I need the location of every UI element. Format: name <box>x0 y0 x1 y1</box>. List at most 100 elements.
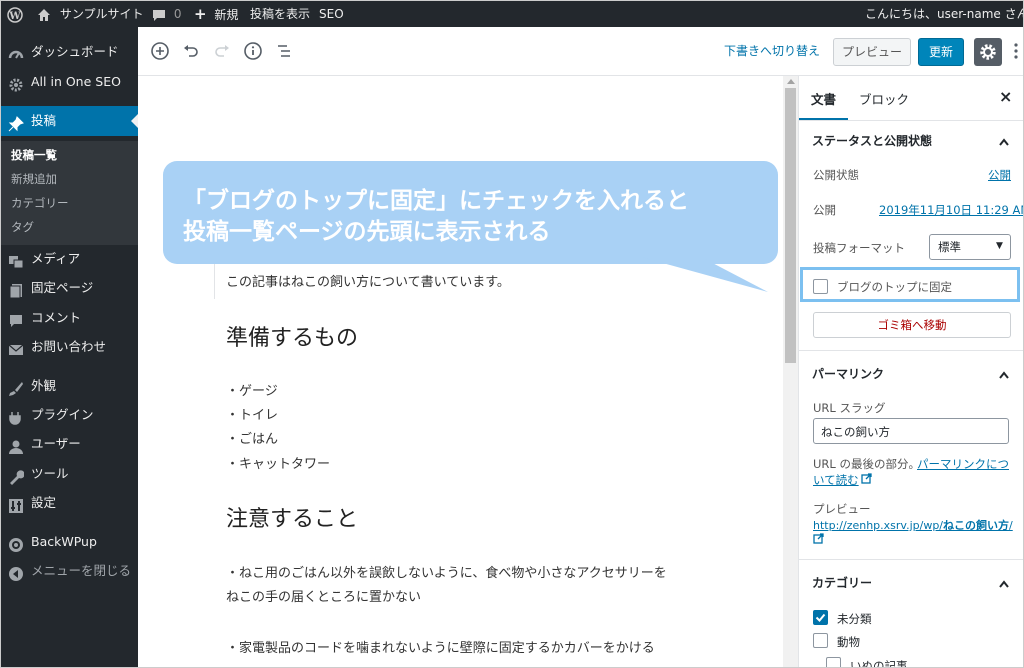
sidebar-item-pages[interactable]: 固定ページ <box>1 273 138 303</box>
sidebar-item-label: 投稿 <box>31 113 57 128</box>
editor-scrollbar[interactable] <box>783 76 798 667</box>
sidebar-item-posts[interactable]: 投稿 <box>1 106 138 136</box>
admin-sidebar: ダッシュボード All in One SEO 投稿 投稿一覧 新規追加 カテゴリ… <box>1 27 138 667</box>
sidebar-item-users[interactable]: ユーザー <box>1 429 138 459</box>
sidebar-item-label: 設定 <box>31 495 57 510</box>
submenu-categories[interactable]: カテゴリー <box>11 195 69 211</box>
sidebar-item-label: プラグイン <box>31 407 94 422</box>
site-home-link[interactable]: サンプルサイト <box>37 1 143 27</box>
sidebar-item-contact[interactable]: お問い合わせ <box>1 332 138 362</box>
account-greeting[interactable]: こんにちは、user-name さん <box>865 1 1023 27</box>
info-icon[interactable] <box>243 41 263 61</box>
category-checkbox-animals[interactable] <box>813 633 828 648</box>
home-icon <box>37 7 51 21</box>
settings-icon <box>8 496 24 513</box>
gear-icon <box>974 44 1002 70</box>
chevron-up-icon[interactable] <box>999 135 1009 146</box>
publish-date-link[interactable]: 2019年11月10日 11:29 AM <box>879 202 1023 218</box>
new-content-link[interactable]: + 新規 <box>194 1 238 27</box>
tab-block[interactable]: ブロック <box>859 89 909 108</box>
category-section-title[interactable]: カテゴリー <box>812 574 872 591</box>
permalink-docs-link-cont[interactable]: いて読む <box>813 472 859 488</box>
sidebar-item-tools[interactable]: ツール <box>1 459 138 489</box>
submenu-all-posts[interactable]: 投稿一覧 <box>11 147 57 163</box>
sidebar-item-label: ダッシュボード <box>31 44 119 59</box>
sidebar-item-plugins[interactable]: プラグイン <box>1 400 138 430</box>
post-format-value: 標準 <box>938 240 961 254</box>
callout-text-line2: 投稿一覧ページの先頭に表示される <box>183 219 551 245</box>
category-checkbox-dogs[interactable] <box>826 657 841 667</box>
divider <box>799 559 1023 560</box>
undo-icon[interactable] <box>181 41 201 61</box>
cord-paragraph[interactable]: ・家電製品のコードを噛まれないように壁際に固定するかカバーをかける <box>226 637 655 656</box>
sticky-option-highlight <box>800 267 1020 302</box>
close-icon[interactable]: × <box>999 87 1012 106</box>
list-item[interactable]: ・ゲージ <box>226 380 278 399</box>
scroll-up-arrow-icon[interactable] <box>787 79 795 84</box>
chevron-up-icon[interactable] <box>999 577 1009 588</box>
view-post-link[interactable]: 投稿を表示 <box>250 1 310 27</box>
sidebar-item-comments[interactable]: コメント <box>1 303 138 333</box>
checkmark-icon <box>815 613 826 622</box>
preview-button[interactable]: プレビュー <box>833 38 911 66</box>
update-button[interactable]: 更新 <box>918 38 964 66</box>
intro-paragraph[interactable]: この記事はねこの飼い方について書いています。 <box>226 271 510 290</box>
external-link-icon[interactable] <box>861 473 872 488</box>
status-section-title[interactable]: ステータスと公開状態 <box>812 132 932 149</box>
add-block-icon[interactable] <box>150 41 170 61</box>
url-slug-label: URL スラッグ <box>813 401 886 415</box>
publish-label: 公開 <box>813 203 836 217</box>
category-label[interactable]: 未分類 <box>837 611 872 627</box>
category-checkbox-uncategorized[interactable] <box>813 610 828 625</box>
sidebar-item-backwpup[interactable]: BackWPup <box>1 527 138 557</box>
sidebar-item-media[interactable]: メディア <box>1 244 138 274</box>
block-navigation-icon[interactable] <box>275 41 295 61</box>
url-slug-input[interactable]: ねこの飼い方 <box>813 418 1009 444</box>
comments-link[interactable]: 0 <box>152 1 181 27</box>
list-item[interactable]: ・キャットタワー <box>226 453 330 472</box>
category-label[interactable]: いぬの記事 <box>850 658 908 667</box>
switch-to-draft-button[interactable]: 下書きへ切り替え <box>724 42 820 59</box>
permalink-section-title[interactable]: パーマリンク <box>812 365 884 382</box>
sidebar-item-settings[interactable]: 設定 <box>1 488 138 518</box>
move-to-trash-button[interactable]: ゴミ箱へ移動 <box>813 312 1011 338</box>
list-item[interactable]: ・ごはん <box>226 428 278 447</box>
page-icon <box>8 281 24 299</box>
submenu-tags[interactable]: タグ <box>11 219 34 235</box>
settings-button[interactable] <box>974 38 1002 66</box>
seo-menu-link[interactable]: SEO <box>319 1 344 27</box>
tab-document[interactable]: 文書 <box>811 89 836 108</box>
more-options-icon[interactable] <box>1013 41 1019 61</box>
callout-pointer <box>641 257 768 292</box>
permalink-docs-link[interactable]: パーマリンクにつ <box>917 456 1009 472</box>
post-format-select[interactable]: 標準 ▼ <box>929 234 1011 260</box>
brush-icon <box>8 379 24 396</box>
post-format-label: 投稿フォーマット <box>813 241 905 255</box>
submenu-add-new[interactable]: 新規追加 <box>11 171 57 187</box>
sidebar-item-label: お問い合わせ <box>31 339 107 354</box>
chevron-up-icon[interactable] <box>999 368 1009 379</box>
sidebar-item-dashboard[interactable]: ダッシュボード <box>1 37 138 67</box>
collapse-menu-button[interactable]: メニューを閉じる <box>1 556 138 586</box>
heading-cautions[interactable]: 注意すること <box>226 501 358 533</box>
list-item[interactable]: ・トイレ <box>226 404 278 423</box>
sidebar-item-label: All in One SEO <box>31 74 121 89</box>
sidebar-item-appearance[interactable]: 外観 <box>1 371 138 401</box>
divider <box>799 120 1023 121</box>
callout-text-line1: 「ブログのトップに固定」にチェックを入れると <box>183 188 689 214</box>
heading-preparation[interactable]: 準備するもの <box>226 320 358 352</box>
category-label[interactable]: 動物 <box>837 634 860 650</box>
preview-url-link[interactable]: http://zenhp.xsrv.jp/wp/ねこの飼い方/ <box>813 517 1013 533</box>
divider <box>799 350 1023 351</box>
plugin-icon <box>8 408 24 425</box>
redo-icon[interactable] <box>212 41 232 61</box>
caution-paragraph-line[interactable]: ねこの手の届くところに置かない <box>226 586 421 605</box>
sidebar-item-aioseo[interactable]: All in One SEO <box>1 67 138 97</box>
external-link-icon[interactable] <box>813 533 824 548</box>
caution-paragraph-line[interactable]: ・ねこ用のごはん以外を誤飲しないように、食べ物や小さなアクセサリーを <box>226 562 667 581</box>
posts-submenu: 投稿一覧 新規追加 カテゴリー タグ <box>1 141 138 245</box>
wordpress-logo-icon[interactable]: W <box>7 1 23 27</box>
sidebar-item-label: メニューを閉じる <box>31 563 132 578</box>
scrollbar-thumb[interactable] <box>785 88 796 363</box>
visibility-link[interactable]: 公開 <box>988 167 1011 183</box>
